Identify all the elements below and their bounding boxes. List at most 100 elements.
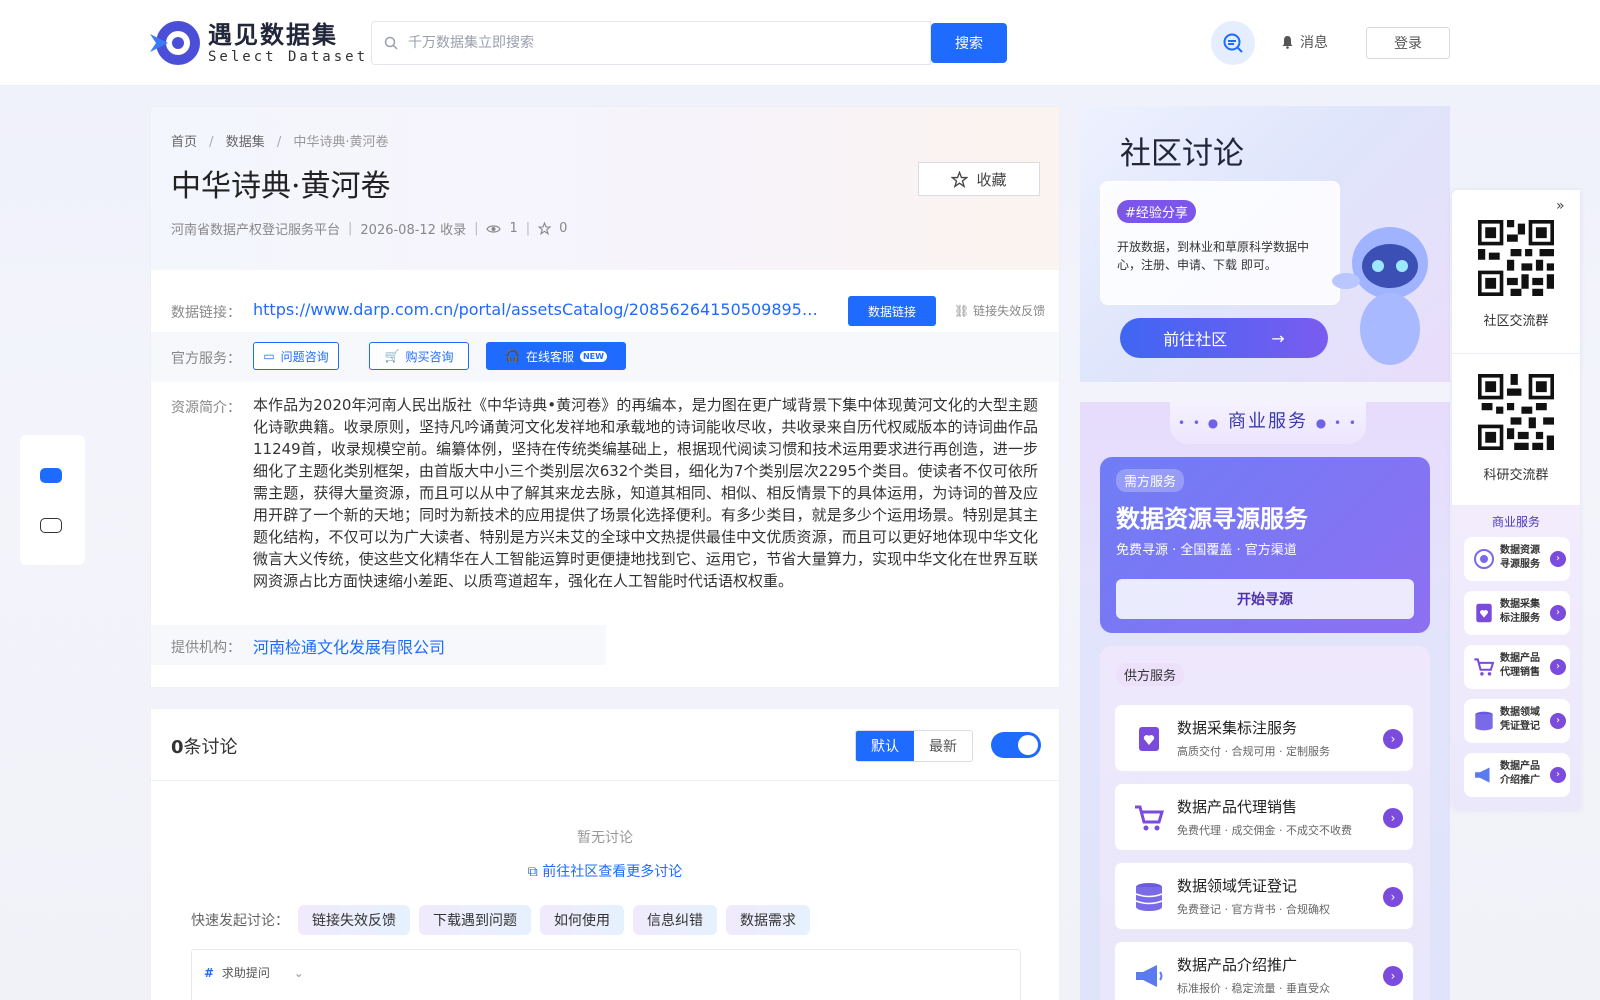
- favorite-button[interactable]: 收藏: [918, 162, 1040, 196]
- start-sourcing-button[interactable]: 开始寻源: [1116, 579, 1414, 619]
- new-badge: NEW: [579, 350, 607, 362]
- provider-link[interactable]: 河南检通文化发展有限公司: [253, 634, 445, 658]
- cart-icon: [1129, 798, 1169, 838]
- hash-icon: #: [204, 966, 215, 980]
- question-consult-button[interactable]: ▭ 问题咨询: [253, 342, 339, 370]
- arrow-right-icon: ›: [1550, 767, 1566, 783]
- supply-item-title: 数据产品代理销售: [1177, 798, 1298, 816]
- database-icon: [1472, 709, 1496, 733]
- quick-tag[interactable]: 数据需求: [726, 905, 810, 935]
- sidebar-business-title: 商业服务: [1491, 515, 1540, 529]
- sidebar-item-sourcing[interactable]: 数据资源 寻源服务 ›: [1464, 537, 1570, 581]
- arrow-right-icon: ›: [1383, 729, 1403, 749]
- chat-bubble-icon[interactable]: [40, 468, 62, 483]
- link-feedback-label: 链接失效反馈: [973, 304, 1046, 318]
- provider-row: 提供机构： 河南检通文化发展有限公司: [151, 625, 606, 665]
- logo-icon: [150, 21, 200, 65]
- quick-tag[interactable]: 如何使用: [540, 905, 624, 935]
- supply-item-registration[interactable]: 数据领域凭证登记 免费登记 · 官方背书 · 合规确权 ›: [1114, 862, 1414, 930]
- discussion-switch[interactable]: [991, 732, 1041, 758]
- breadcrumb-datasets[interactable]: 数据集: [226, 135, 265, 150]
- supply-item-labeling[interactable]: 数据采集标注服务 高质交付 · 合规可用 · 定制服务 ›: [1114, 704, 1414, 772]
- arrow-right-icon: ›: [1383, 808, 1403, 828]
- supply-item-sub: 免费代理 · 成交佣金 · 不成交不收费: [1177, 824, 1352, 837]
- chat-icon: ▭: [263, 349, 275, 363]
- dataset-meta: 河南省数据产权登记服务平台 | 2026-08-12 收录 | 1 | 0: [171, 221, 568, 238]
- community-link-label: 前往社区查看更多讨论: [542, 864, 683, 880]
- community-title: 社区讨论: [1120, 136, 1244, 172]
- publisher: 河南省数据产权登记服务平台: [171, 223, 341, 238]
- experience-tag: #经验分享: [1117, 200, 1196, 223]
- star-icon: [538, 222, 552, 235]
- favorite-label: 收藏: [976, 170, 1007, 189]
- business-title: • • ● 商业服务 ● • •: [1170, 402, 1366, 444]
- quick-tag[interactable]: 下载遇到问题: [419, 905, 531, 935]
- supply-item-sub: 高质交付 · 合规可用 · 定制服务: [1177, 745, 1330, 758]
- sidebar-item-label: 数据资源 寻源服务: [1500, 545, 1540, 570]
- arrow-right-icon: ›: [1550, 713, 1566, 729]
- sidebar-item-labeling[interactable]: 数据采集 标注服务 ›: [1464, 591, 1570, 635]
- arrow-right-icon: →: [1271, 328, 1285, 348]
- sidebar-item-registration[interactable]: 数据领域 凭证登记 ›: [1464, 699, 1570, 743]
- discussion-card: 0条讨论 默认 最新 暂无讨论 ⧉ 前往社区查看更多讨论 快速发起讨论： 链接失…: [150, 708, 1060, 1000]
- sidebar-item-promotion[interactable]: 数据产品 介绍推广 ›: [1464, 753, 1570, 797]
- sidebar-item-label: 数据产品 介绍推广: [1500, 761, 1540, 786]
- sidebar-item-label: 数据产品 代理销售: [1500, 653, 1540, 678]
- logo[interactable]: 遇见数据集 Select Dataset: [150, 16, 368, 70]
- qr-research-label: 科研交流群: [1483, 468, 1549, 483]
- sort-latest[interactable]: 最新: [914, 731, 972, 761]
- community-link[interactable]: ⧉ 前往社区查看更多讨论: [151, 861, 1059, 881]
- supply-item-promotion[interactable]: 数据产品介绍推广 标准报价 · 稳定流量 · 垂直受众 ›: [1114, 941, 1414, 1000]
- breadcrumb-home[interactable]: 首页: [171, 135, 197, 150]
- supply-item-sales[interactable]: 数据产品代理销售 免费代理 · 成交佣金 · 不成交不收费 ›: [1114, 783, 1414, 851]
- data-link-url[interactable]: https://www.darp.com.cn/portal/assetsCat…: [253, 300, 828, 319]
- community-post-text: 开放数据，到林业和草原科学数据中心，注册、申请、下载 即可。: [1117, 240, 1310, 272]
- collected-date: 2026-08-12 收录: [360, 223, 467, 238]
- go-community-label: 前往社区: [1163, 330, 1228, 349]
- messages-link[interactable]: 消息: [1281, 32, 1328, 52]
- arrow-right-icon: ›: [1550, 659, 1566, 675]
- search-icon: [384, 36, 398, 50]
- empty-discussion: 暂无讨论: [577, 830, 633, 846]
- official-service-row: 官方服务： ▭ 问题咨询 🛒 购买咨询 🎧 在线客服 NEW: [151, 332, 1059, 382]
- quick-tag[interactable]: 链接失效反馈: [298, 905, 410, 935]
- bell-icon: [1282, 36, 1293, 49]
- cart-icon: 🛒: [384, 349, 400, 363]
- link-feedback[interactable]: ⛓ 链接失效反馈: [954, 302, 1045, 319]
- arrow-right-icon: ›: [1383, 887, 1403, 907]
- arrow-right-icon: ›: [1550, 605, 1566, 621]
- online-service-button[interactable]: 🎧 在线客服 NEW: [486, 342, 626, 370]
- external-link-icon: ⧉: [527, 864, 538, 880]
- target-icon: [1472, 547, 1496, 571]
- megaphone-icon: [1129, 956, 1169, 996]
- arrow-right-icon: ›: [1550, 551, 1566, 567]
- data-link-button[interactable]: 数据链接: [848, 296, 936, 326]
- top-navbar: 遇见数据集 Select Dataset 搜索 消息 登录: [0, 0, 1600, 86]
- purchase-consult-button[interactable]: 🛒 购买咨询: [369, 342, 469, 370]
- go-community-button[interactable]: 前往社区 →: [1120, 318, 1328, 358]
- community-panel: 社区讨论 #经验分享 开放数据，到林业和草原科学数据中心，注册、申请、下载 即可…: [1080, 106, 1450, 382]
- double-chevron-right-icon[interactable]: »: [1556, 198, 1565, 214]
- sort-default[interactable]: 默认: [856, 731, 914, 761]
- quick-tag[interactable]: 信息纠错: [633, 905, 717, 935]
- sidebar-item-sales[interactable]: 数据产品 代理销售 ›: [1464, 645, 1570, 689]
- ask-type-label: 求助提问: [221, 966, 270, 980]
- description-label: 资源简介：: [171, 400, 241, 416]
- login-button[interactable]: 登录: [1366, 27, 1450, 59]
- headset-icon: 🎧: [505, 349, 520, 363]
- sort-toggle: 默认 最新: [855, 730, 973, 762]
- ai-search-button[interactable]: [1211, 21, 1255, 65]
- ask-type-select[interactable]: # 求助提问 ⌄: [191, 949, 1021, 1000]
- search-button[interactable]: 搜索: [931, 23, 1007, 63]
- search-input[interactable]: [408, 35, 888, 51]
- star-icon: [951, 170, 969, 188]
- megaphone-icon: [1472, 763, 1496, 787]
- online-service-label: 在线客服: [525, 349, 574, 364]
- sidebar-item-label: 数据采集 标注服务: [1500, 599, 1540, 624]
- community-post-card[interactable]: #经验分享 开放数据，到林业和草原科学数据中心，注册、申请、下载 即可。: [1100, 181, 1340, 305]
- sidebar-item-label: 数据领域 凭证登记: [1500, 707, 1540, 732]
- supply-tag: 供方服务: [1116, 663, 1185, 686]
- supply-item-title: 数据领域凭证登记: [1177, 877, 1298, 895]
- comment-icon[interactable]: [40, 518, 62, 533]
- dataset-description: 本作品为2020年河南人民出版社《中华诗典•黄河卷》的再编本，是力图在更广域背景…: [253, 396, 1038, 590]
